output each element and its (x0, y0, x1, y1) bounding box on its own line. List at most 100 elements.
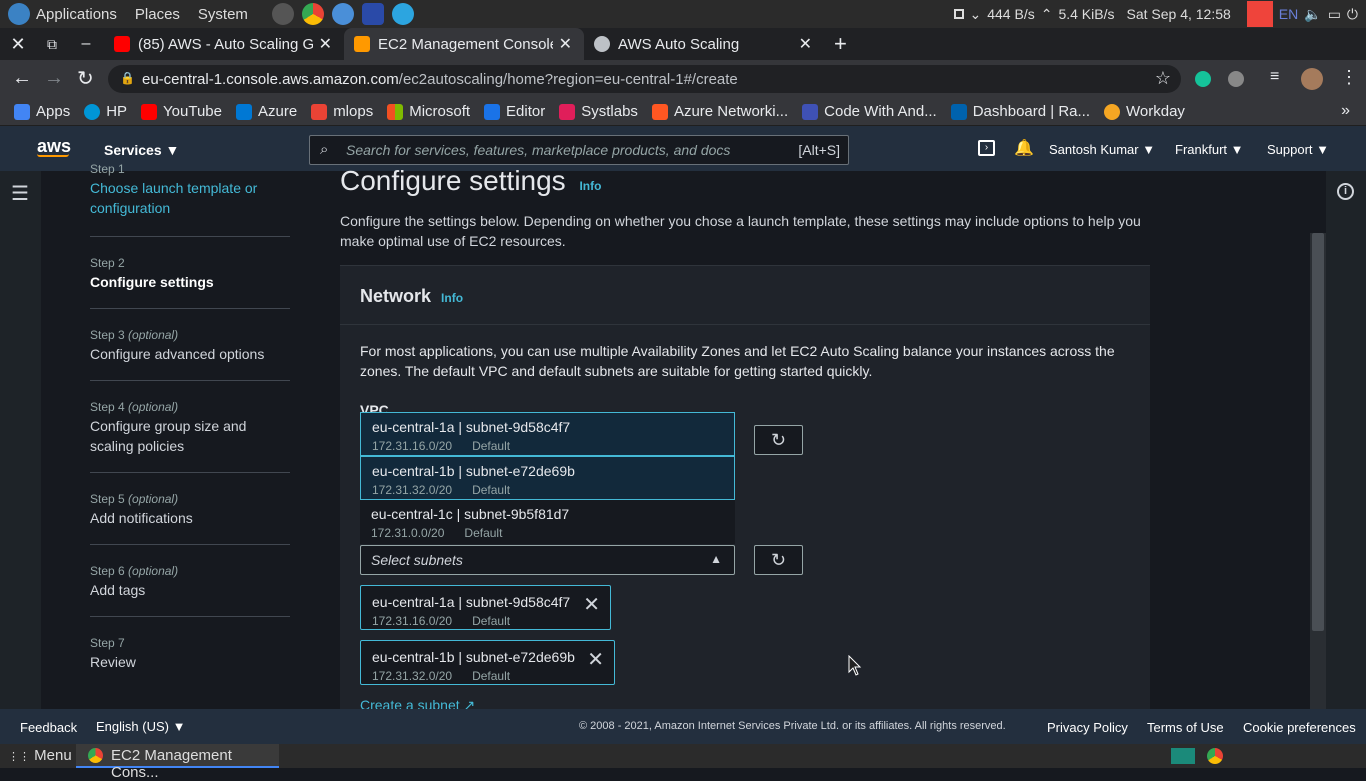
language-selector[interactable]: English (US) ▼ (96, 719, 185, 734)
bookmark-workday[interactable]: Workday (1104, 103, 1185, 120)
bookmarks-overflow-icon[interactable]: » (1341, 102, 1350, 120)
subnet-select[interactable]: Select subnets ▲ (360, 545, 735, 575)
bookmark-code-with[interactable]: Code With And... (802, 103, 937, 120)
close-window-icon[interactable]: ✕ (0, 34, 36, 55)
star-icon[interactable]: ☆ (1155, 68, 1171, 89)
keyboard-lang[interactable]: EN (1279, 6, 1298, 22)
info-circle-icon[interactable]: i (1337, 183, 1354, 200)
power-icon[interactable]: ⏻ (1347, 6, 1358, 23)
bookmark-mlops[interactable]: mlops (311, 103, 373, 120)
create-subnet-link[interactable]: Create a subnet ↗ (360, 697, 475, 709)
reload-icon[interactable]: ↻ (77, 66, 94, 91)
os-menu-system[interactable]: System (198, 6, 248, 23)
cloudshell-icon[interactable]: › (978, 140, 995, 156)
extension-incognito-icon[interactable] (1228, 71, 1244, 87)
caret-down-icon: ▼ (165, 142, 180, 158)
distro-logo-icon[interactable] (8, 3, 30, 25)
tab-ec2-console[interactable]: EC2 Management Console ✕ (344, 28, 584, 60)
token-name: eu-central-1a | subnet-9d58c4f7 (372, 594, 571, 610)
bookmark-microsoft[interactable]: Microsoft (387, 103, 470, 120)
workspace-1[interactable] (1171, 748, 1195, 764)
close-tab-icon[interactable]: ✕ (319, 34, 332, 54)
info-link[interactable]: Info (579, 179, 601, 193)
chat-icon[interactable]: ▭ (1328, 6, 1341, 23)
optional-tag: (optional) (128, 328, 179, 342)
aws-logo[interactable]: aws (37, 136, 71, 157)
subnet-option[interactable]: eu-central-1b | subnet-e72de69b 172.31.3… (360, 456, 735, 500)
reading-list-icon[interactable]: ≡ (1270, 68, 1279, 86)
lock-icon[interactable]: 🔒 (120, 71, 135, 85)
network-header: Network Info (360, 286, 463, 307)
subnet-option[interactable]: eu-central-1a | subnet-9d58c4f7 172.31.1… (360, 412, 735, 456)
bookmark-apps[interactable]: Apps (14, 103, 70, 120)
restore-window-icon[interactable]: ⧉ (36, 36, 68, 53)
url-field[interactable]: 🔒 eu-central-1.console.aws.amazon.com/ec… (108, 65, 1181, 93)
bookmark-hp[interactable]: HP (84, 103, 127, 120)
terminal-icon[interactable] (271, 3, 294, 25)
subnet-option-meta: 172.31.32.0/20 Default (372, 483, 734, 497)
bookmark-dashboard[interactable]: Dashboard | Ra... (950, 103, 1090, 120)
region-menu[interactable]: Frankfurt ▼ (1175, 142, 1244, 157)
browser-tab-bar: ✕ ⧉ – (85) AWS - Auto Scaling G ✕ EC2 Ma… (0, 28, 1366, 60)
globe-favicon-icon (594, 36, 610, 52)
os-menu-applications[interactable]: Applications (36, 6, 117, 23)
url-host: eu-central-1.console.aws.amazon.com (142, 70, 399, 88)
step-label: Step 3 (optional) (90, 328, 290, 342)
step-title-link[interactable]: Choose launch template or configuration (90, 178, 290, 218)
close-tab-icon[interactable]: ✕ (799, 34, 812, 54)
scrollbar-thumb[interactable] (1312, 233, 1324, 631)
info-link[interactable]: Info (441, 291, 463, 305)
account-menu[interactable]: Santosh Kumar ▼ (1049, 142, 1155, 157)
os-menu-places[interactable]: Places (135, 6, 180, 23)
forward-icon[interactable]: → (44, 67, 64, 90)
new-tab-icon[interactable]: + (834, 31, 847, 57)
tab-aws-auto-scaling[interactable]: AWS Auto Scaling ✕ (584, 28, 824, 60)
caret-down-icon: ▼ (1316, 142, 1330, 157)
telegram-icon[interactable] (391, 3, 414, 25)
services-menu[interactable]: Services ▼ (104, 142, 179, 158)
back-icon[interactable]: ← (12, 67, 32, 90)
feedback-link[interactable]: Feedback (20, 720, 77, 735)
bookmark-youtube[interactable]: YouTube (141, 103, 222, 120)
taskbar-menu-button[interactable]: ⋮⋮ Menu (8, 747, 72, 764)
remove-token-icon[interactable]: ✕ (583, 592, 600, 617)
bookmark-editor[interactable]: Editor (484, 103, 545, 120)
hamburger-menu-icon[interactable]: ☰ (11, 181, 29, 206)
support-menu[interactable]: Support ▼ (1267, 142, 1329, 157)
step-1[interactable]: Step 1 Choose launch template or configu… (90, 162, 290, 218)
taskbar-window-chrome[interactable]: EC2 Management Cons... (76, 744, 279, 781)
bookmark-azure-networking[interactable]: Azure Networki... (651, 103, 788, 120)
bookmark-azure[interactable]: Azure (236, 103, 297, 120)
tab-youtube[interactable]: (85) AWS - Auto Scaling G ✕ (104, 28, 344, 60)
refresh-subnets-button[interactable]: ↻ (754, 545, 803, 575)
app-launcher-icon[interactable] (331, 3, 354, 25)
network-up-speed: 5.4 KiB/s (1058, 6, 1115, 22)
refresh-vpc-button[interactable]: ↻ (754, 425, 803, 455)
grammarly-icon[interactable] (1195, 71, 1211, 87)
subnet-option[interactable]: eu-central-1c | subnet-9b5f81d7 172.31.0… (360, 500, 735, 544)
profile-avatar[interactable] (1301, 68, 1323, 90)
vscode-icon[interactable] (361, 3, 384, 25)
privacy-policy-link[interactable]: Privacy Policy (1047, 720, 1128, 735)
gmail-icon (311, 103, 328, 120)
chrome-icon[interactable] (301, 3, 324, 25)
anydesk-icon[interactable] (1246, 1, 1273, 27)
cookie-preferences-link[interactable]: Cookie preferences (1243, 720, 1356, 735)
bookmark-systlabs[interactable]: Systlabs (559, 103, 638, 120)
global-search-input[interactable]: ⌕ Search for services, features, marketp… (309, 135, 849, 165)
subnet-tag: Default (472, 483, 511, 497)
step-label: Step 5 (optional) (90, 492, 290, 506)
subnet-option-name: eu-central-1c | subnet-9b5f81d7 (371, 506, 570, 522)
workspace-2-chrome-icon[interactable] (1207, 748, 1223, 764)
chrome-menu-icon[interactable]: ⋮ (1340, 67, 1358, 88)
bell-icon[interactable]: 🔔 (1014, 138, 1034, 158)
close-tab-icon[interactable]: ✕ (559, 34, 572, 54)
token-name: eu-central-1b | subnet-e72de69b (372, 649, 575, 665)
terms-link[interactable]: Terms of Use (1147, 720, 1224, 735)
step-label: Step 1 (90, 162, 125, 176)
clock[interactable]: Sat Sep 4, 12:58 (1126, 6, 1230, 22)
minimize-window-icon[interactable]: – (68, 35, 104, 53)
remove-token-icon[interactable]: ✕ (587, 647, 604, 672)
code-icon (802, 103, 819, 120)
volume-icon[interactable]: 🔈 (1304, 6, 1321, 23)
